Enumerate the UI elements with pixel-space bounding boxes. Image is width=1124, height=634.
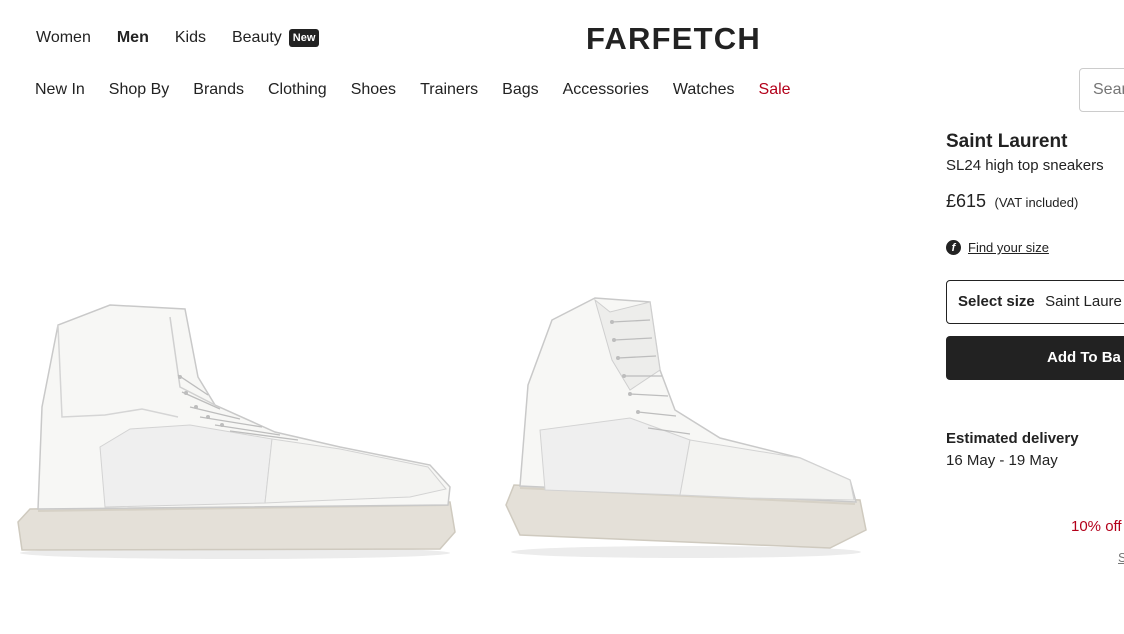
add-to-bag-button[interactable]: Add To Ba [946,336,1124,380]
nav-shoes[interactable]: Shoes [351,80,396,100]
nav-trainers[interactable]: Trainers [420,80,478,100]
product-price: £615 [946,191,987,211]
nav-shop-by[interactable]: Shop By [109,80,169,100]
farfetch-logo[interactable]: FARFETCH [586,22,761,56]
sneaker-angle-image[interactable] [500,290,872,560]
product-brand[interactable]: Saint Laurent [946,131,1067,153]
find-size-link[interactable]: Find your size [968,240,1049,255]
gender-beauty[interactable]: Beauty New [231,28,320,48]
delivery-title: Estimated delivery [946,430,1079,447]
gender-kids[interactable]: Kids [175,28,206,48]
size-select-label: Select size [958,293,1035,310]
size-select-value: Saint Laure [1045,293,1122,310]
promo-link[interactable]: S [1118,550,1124,565]
price-row: £615 (VAT included) [946,191,1078,212]
gender-nav: Women Men Kids Beauty New [36,28,320,48]
nav-clothing[interactable]: Clothing [268,80,327,100]
category-nav: New In Shop By Brands Clothing Shoes Tra… [35,80,815,100]
nav-bags[interactable]: Bags [502,80,538,100]
find-size-row[interactable]: f Find your size [946,240,1049,255]
vat-note: (VAT included) [994,195,1079,210]
sneaker-side-image[interactable] [10,297,460,562]
search-box[interactable] [1079,68,1124,112]
nav-accessories[interactable]: Accessories [563,80,649,100]
nav-new-in[interactable]: New In [35,80,85,100]
nav-sale[interactable]: Sale [759,80,791,100]
product-name: SL24 high top sneakers [946,157,1104,174]
gender-women[interactable]: Women [36,28,91,48]
promo-text: 10% off [1071,518,1122,535]
gender-men[interactable]: Men [117,28,149,48]
nav-watches[interactable]: Watches [673,80,735,100]
delivery-dates: 16 May - 19 May [946,452,1058,469]
beauty-label: Beauty [231,29,282,46]
top-bar: Women Men Kids Beauty New FARFETCH [0,0,1124,72]
new-badge: New [288,29,320,47]
nav-brands[interactable]: Brands [193,80,244,100]
product-gallery [0,112,912,634]
search-input[interactable] [1093,81,1124,99]
farfetch-f-icon: f [946,240,961,255]
size-select[interactable]: Select size Saint Laure [946,280,1124,324]
